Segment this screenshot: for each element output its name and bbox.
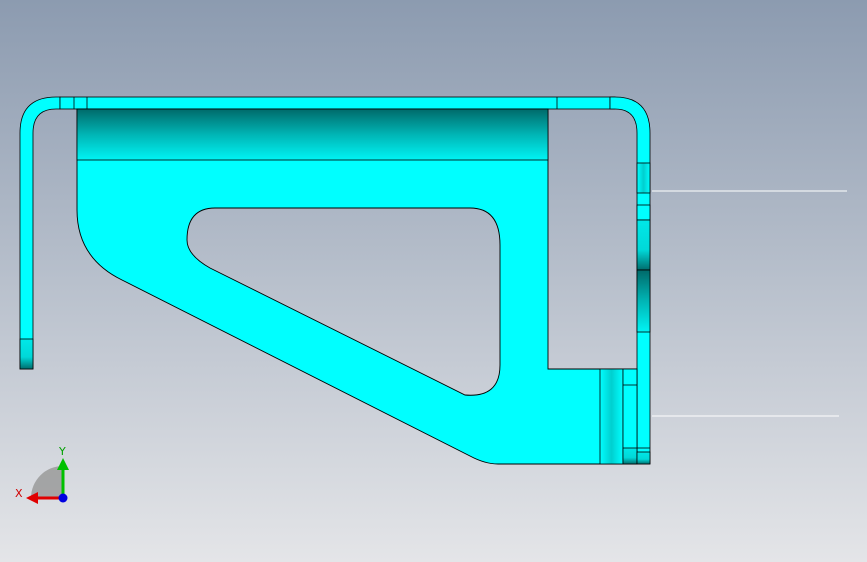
triad-x-label: X — [15, 487, 23, 500]
boss-foot — [622, 447, 638, 465]
triad-z-axis — [58, 493, 68, 503]
right-flange-shade-dark — [636, 219, 651, 271]
flange-foot — [636, 451, 651, 465]
right-flange-shade-lower — [636, 269, 651, 333]
right-flange-shade-upper — [636, 162, 651, 194]
left-flange-end-shade — [19, 338, 34, 370]
top-sheet — [59, 96, 616, 110]
model-view-canvas[interactable]: Y X — [0, 0, 867, 562]
cad-viewport[interactable]: Y X — [0, 0, 867, 562]
right-flange-shade-mid — [636, 204, 651, 221]
triad-y-label: Y — [58, 445, 66, 458]
boss-left — [599, 368, 624, 465]
gusset-top-face — [76, 108, 549, 161]
